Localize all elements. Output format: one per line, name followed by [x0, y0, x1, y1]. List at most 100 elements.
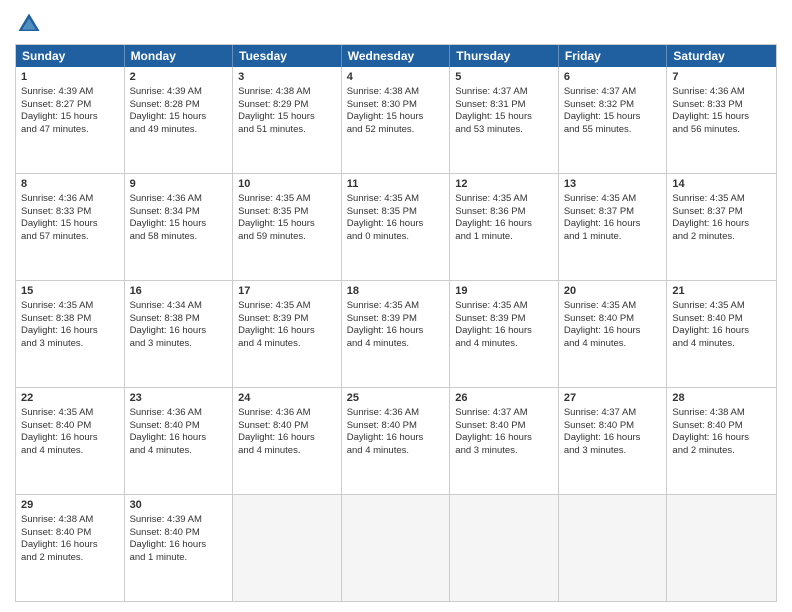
- day-info-line: and 55 minutes.: [564, 124, 662, 137]
- calendar-week-row: 15Sunrise: 4:35 AMSunset: 8:38 PMDayligh…: [16, 281, 776, 388]
- day-number: 2: [130, 70, 228, 85]
- day-number: 7: [672, 70, 771, 85]
- day-info-line: Daylight: 16 hours: [564, 432, 662, 445]
- day-number: 4: [347, 70, 445, 85]
- day-info-line: Sunrise: 4:35 AM: [238, 300, 336, 313]
- day-number: 11: [347, 177, 445, 192]
- day-info-line: Sunrise: 4:35 AM: [238, 193, 336, 206]
- day-info-line: Sunset: 8:38 PM: [21, 313, 119, 326]
- day-info-line: Daylight: 15 hours: [347, 111, 445, 124]
- calendar-week-row: 29Sunrise: 4:38 AMSunset: 8:40 PMDayligh…: [16, 495, 776, 601]
- day-info-line: Sunset: 8:40 PM: [130, 527, 228, 540]
- day-number: 14: [672, 177, 771, 192]
- day-info-line: Sunset: 8:34 PM: [130, 206, 228, 219]
- day-info-line: Daylight: 15 hours: [238, 218, 336, 231]
- calendar-cell: 11Sunrise: 4:35 AMSunset: 8:35 PMDayligh…: [342, 174, 451, 280]
- calendar-cell: 4Sunrise: 4:38 AMSunset: 8:30 PMDaylight…: [342, 67, 451, 173]
- day-info-line: and 47 minutes.: [21, 124, 119, 137]
- day-info-line: Sunset: 8:40 PM: [238, 420, 336, 433]
- calendar-day-header: Thursday: [450, 45, 559, 67]
- day-info-line: Sunset: 8:40 PM: [21, 527, 119, 540]
- day-info-line: and 58 minutes.: [130, 231, 228, 244]
- day-info-line: Daylight: 16 hours: [564, 218, 662, 231]
- calendar-cell: [450, 495, 559, 601]
- day-info-line: Sunrise: 4:39 AM: [130, 514, 228, 527]
- calendar-cell: 18Sunrise: 4:35 AMSunset: 8:39 PMDayligh…: [342, 281, 451, 387]
- day-info-line: Daylight: 16 hours: [347, 432, 445, 445]
- calendar-day-header: Wednesday: [342, 45, 451, 67]
- day-info-line: Sunset: 8:35 PM: [238, 206, 336, 219]
- day-info-line: Sunrise: 4:37 AM: [564, 86, 662, 99]
- calendar-cell: 6Sunrise: 4:37 AMSunset: 8:32 PMDaylight…: [559, 67, 668, 173]
- day-info-line: and 4 minutes.: [347, 338, 445, 351]
- day-info-line: and 4 minutes.: [347, 445, 445, 458]
- calendar-cell: 10Sunrise: 4:35 AMSunset: 8:35 PMDayligh…: [233, 174, 342, 280]
- day-info-line: Sunrise: 4:37 AM: [455, 407, 553, 420]
- calendar-cell: 14Sunrise: 4:35 AMSunset: 8:37 PMDayligh…: [667, 174, 776, 280]
- day-number: 3: [238, 70, 336, 85]
- calendar-cell: 5Sunrise: 4:37 AMSunset: 8:31 PMDaylight…: [450, 67, 559, 173]
- day-number: 16: [130, 284, 228, 299]
- calendar-day-header: Tuesday: [233, 45, 342, 67]
- day-info-line: Sunrise: 4:38 AM: [347, 86, 445, 99]
- day-number: 29: [21, 498, 119, 513]
- day-info-line: Sunset: 8:40 PM: [130, 420, 228, 433]
- day-info-line: Daylight: 16 hours: [347, 218, 445, 231]
- day-info-line: Sunset: 8:29 PM: [238, 99, 336, 112]
- calendar-cell: 16Sunrise: 4:34 AMSunset: 8:38 PMDayligh…: [125, 281, 234, 387]
- page: SundayMondayTuesdayWednesdayThursdayFrid…: [0, 0, 792, 612]
- day-number: 17: [238, 284, 336, 299]
- day-info-line: and 1 minute.: [130, 552, 228, 565]
- day-info-line: Daylight: 15 hours: [130, 218, 228, 231]
- calendar-day-header: Friday: [559, 45, 668, 67]
- calendar-cell: 3Sunrise: 4:38 AMSunset: 8:29 PMDaylight…: [233, 67, 342, 173]
- calendar-cell: 1Sunrise: 4:39 AMSunset: 8:27 PMDaylight…: [16, 67, 125, 173]
- day-info-line: Daylight: 16 hours: [130, 432, 228, 445]
- day-info-line: Sunrise: 4:35 AM: [564, 300, 662, 313]
- day-info-line: and 1 minute.: [564, 231, 662, 244]
- day-info-line: Daylight: 16 hours: [347, 325, 445, 338]
- day-info-line: and 51 minutes.: [238, 124, 336, 137]
- day-info-line: Sunset: 8:30 PM: [347, 99, 445, 112]
- calendar-body: 1Sunrise: 4:39 AMSunset: 8:27 PMDaylight…: [16, 67, 776, 601]
- day-info-line: and 3 minutes.: [564, 445, 662, 458]
- calendar-cell: 24Sunrise: 4:36 AMSunset: 8:40 PMDayligh…: [233, 388, 342, 494]
- calendar-cell: [342, 495, 451, 601]
- day-number: 6: [564, 70, 662, 85]
- day-number: 27: [564, 391, 662, 406]
- day-info-line: Sunset: 8:40 PM: [455, 420, 553, 433]
- calendar-week-row: 22Sunrise: 4:35 AMSunset: 8:40 PMDayligh…: [16, 388, 776, 495]
- day-number: 26: [455, 391, 553, 406]
- day-info-line: and 2 minutes.: [672, 231, 771, 244]
- calendar-cell: 17Sunrise: 4:35 AMSunset: 8:39 PMDayligh…: [233, 281, 342, 387]
- day-info-line: Sunset: 8:32 PM: [564, 99, 662, 112]
- day-info-line: Sunset: 8:33 PM: [21, 206, 119, 219]
- day-info-line: Sunrise: 4:39 AM: [21, 86, 119, 99]
- day-info-line: Sunset: 8:36 PM: [455, 206, 553, 219]
- day-info-line: Sunset: 8:37 PM: [564, 206, 662, 219]
- day-number: 15: [21, 284, 119, 299]
- day-info-line: Sunrise: 4:37 AM: [455, 86, 553, 99]
- calendar-cell: 22Sunrise: 4:35 AMSunset: 8:40 PMDayligh…: [16, 388, 125, 494]
- calendar-cell: 15Sunrise: 4:35 AMSunset: 8:38 PMDayligh…: [16, 281, 125, 387]
- calendar-cell: 13Sunrise: 4:35 AMSunset: 8:37 PMDayligh…: [559, 174, 668, 280]
- day-info-line: Daylight: 15 hours: [21, 111, 119, 124]
- day-number: 19: [455, 284, 553, 299]
- day-info-line: Daylight: 16 hours: [238, 325, 336, 338]
- day-number: 10: [238, 177, 336, 192]
- day-info-line: Sunset: 8:28 PM: [130, 99, 228, 112]
- calendar-week-row: 1Sunrise: 4:39 AMSunset: 8:27 PMDaylight…: [16, 67, 776, 174]
- logo: [15, 10, 47, 38]
- day-info-line: Sunset: 8:35 PM: [347, 206, 445, 219]
- day-info-line: Daylight: 16 hours: [130, 325, 228, 338]
- calendar-cell: 2Sunrise: 4:39 AMSunset: 8:28 PMDaylight…: [125, 67, 234, 173]
- day-info-line: Sunset: 8:37 PM: [672, 206, 771, 219]
- day-info-line: and 4 minutes.: [672, 338, 771, 351]
- day-info-line: and 3 minutes.: [455, 445, 553, 458]
- day-info-line: Sunset: 8:40 PM: [672, 313, 771, 326]
- day-info-line: Daylight: 16 hours: [455, 432, 553, 445]
- day-info-line: Daylight: 16 hours: [21, 325, 119, 338]
- day-info-line: Sunrise: 4:39 AM: [130, 86, 228, 99]
- calendar-cell: 28Sunrise: 4:38 AMSunset: 8:40 PMDayligh…: [667, 388, 776, 494]
- day-info-line: Sunrise: 4:38 AM: [21, 514, 119, 527]
